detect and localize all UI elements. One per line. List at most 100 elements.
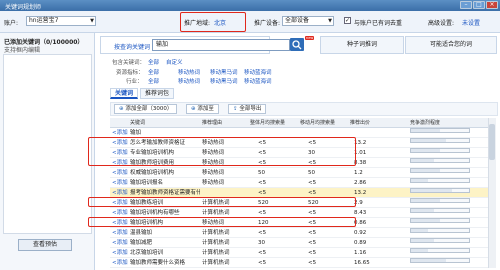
table-row[interactable]: <添加 输加教师需要什么资格 计算机热词 <5 <5 16.65 xyxy=(110,258,488,268)
cell-mobile: 50 xyxy=(308,170,315,176)
view-estimate-button[interactable]: 查看预估 xyxy=(18,239,72,251)
dedupe-checkbox[interactable]: ✓ xyxy=(344,17,351,24)
add-to-button[interactable]: ⊕ 添加至 xyxy=(186,104,219,114)
cell-reason: 移动热词 xyxy=(202,180,225,186)
competition-bar xyxy=(410,148,470,153)
competition-bar xyxy=(410,228,470,233)
advanced-label: 高级设置: xyxy=(428,20,455,27)
search-input[interactable]: 输加 xyxy=(152,39,290,51)
cell-mobile: <5 xyxy=(308,180,317,186)
dedupe-label: 与账户已有词去重 xyxy=(354,20,403,27)
competition-fill xyxy=(411,199,440,202)
window-controls: – □ × xyxy=(460,1,498,9)
sidebar-hint: 支持框内编辑 xyxy=(4,47,41,54)
source-label: 资源指标： xyxy=(116,70,144,76)
include-custom[interactable]: 自定义 xyxy=(166,58,183,66)
cell-pc: 30 xyxy=(258,240,265,246)
tab-query-keyword-label: 按查询关键词 xyxy=(114,44,151,51)
tab-seed-words[interactable]: 种子词推词 xyxy=(320,36,404,54)
cell-bid: 2.86 xyxy=(354,180,367,186)
cell-pc: <5 xyxy=(258,250,267,256)
table-row[interactable]: <添加 北京输加培训 计算机热词 <5 <5 1.16 xyxy=(110,248,488,258)
title-bar: 关键词规划师 – □ × xyxy=(0,0,500,11)
region-value[interactable]: 北京 xyxy=(214,18,226,27)
added-keywords-editor[interactable] xyxy=(3,54,92,234)
competition-fill xyxy=(411,209,435,212)
add-all-button[interactable]: ⊕ 添加全部（3000） xyxy=(114,104,178,114)
account-select[interactable]: hn运营宝7 ▼ xyxy=(26,16,96,26)
device-select[interactable]: 全部设备 ▼ xyxy=(282,16,334,26)
keyword-tabs: 关键词 推荐词包 xyxy=(110,88,174,100)
competition-fill xyxy=(411,229,429,232)
source-hot[interactable]: 移动热词 xyxy=(178,68,200,76)
competition-bar xyxy=(410,218,470,223)
table-row[interactable]: <添加 权威输加培训机构 移动热词 50 50 1.2 xyxy=(110,168,488,178)
cell-kw: 温县输加 xyxy=(130,230,153,236)
cell-mobile: <5 xyxy=(308,250,317,256)
table-row[interactable]: <添加 输加减肥 计算机热词 30 <5 0.89 xyxy=(110,238,488,248)
competition-fill xyxy=(411,189,452,192)
cell-kw: 北京输加培训 xyxy=(130,250,164,256)
rows-highlight-box-3 xyxy=(88,217,356,227)
close-icon[interactable]: × xyxy=(486,1,498,9)
cell-kw: 输加培训报名 xyxy=(130,180,164,186)
search-button[interactable] xyxy=(290,38,304,51)
cell-mobile: <5 xyxy=(308,240,317,246)
industry-darkhorse[interactable]: 移动黑马词 xyxy=(210,77,238,85)
add-all-label: 添加全部（3000） xyxy=(125,106,173,112)
add-to-label: 添加至 xyxy=(197,106,214,112)
advanced-value[interactable]: 未设置 xyxy=(462,18,480,27)
tab-suitable-words-label: 可能适合您的词 xyxy=(429,41,472,48)
competition-bar xyxy=(410,258,470,263)
region-label: 推广地域: xyxy=(184,20,211,27)
row-add-link[interactable]: <添加 xyxy=(112,178,128,188)
tab-suitable-words[interactable]: 可能适合您的词 xyxy=(405,36,497,54)
source-blueocean[interactable]: 移动蓝海词 xyxy=(244,68,272,76)
table-row[interactable]: <添加 温县输加 计算机热词 <5 <5 0.92 xyxy=(110,228,488,238)
tab-seed-words-label: 种子词推词 xyxy=(346,41,377,48)
competition-fill xyxy=(411,169,440,172)
plus-icon: ⊕ xyxy=(191,106,196,112)
row-add-link[interactable]: <添加 xyxy=(112,258,128,268)
maximize-icon[interactable]: □ xyxy=(473,1,485,9)
col-competition[interactable]: 竞争激烈程度 xyxy=(410,118,440,128)
chevron-down-icon: ▼ xyxy=(328,18,332,24)
col-reason[interactable]: 推荐理由 xyxy=(202,118,222,128)
col-keyword[interactable]: 关键词 xyxy=(130,118,145,128)
cell-mobile: <5 xyxy=(308,230,317,236)
cell-kw: 输加减肥 xyxy=(130,240,153,246)
tab-keywords[interactable]: 关键词 xyxy=(110,88,139,99)
row-add-link[interactable]: <添加 xyxy=(112,228,128,238)
cell-pc: <5 xyxy=(258,180,267,186)
cell-pc: <5 xyxy=(258,260,267,266)
col-mobile-search[interactable]: 移动月均搜索量 xyxy=(300,118,335,128)
source-all[interactable]: 全部 xyxy=(148,68,159,76)
competition-bar xyxy=(410,128,470,133)
source-darkhorse[interactable]: 移动黑马词 xyxy=(210,68,238,76)
industry-label: 行业： xyxy=(126,79,143,85)
industry-blueocean[interactable]: 移动蓝海词 xyxy=(244,77,272,85)
include-all[interactable]: 全部 xyxy=(148,58,159,66)
table-row[interactable]: <添加 输加培训报名 移动热词 <5 <5 2.86 xyxy=(110,178,488,188)
cell-reason: 计算机热词 xyxy=(202,250,230,256)
col-bid[interactable]: 推荐出价 xyxy=(350,118,370,128)
competition-bar xyxy=(410,188,470,193)
export-all-button[interactable]: ⇪ 全部导出 xyxy=(228,104,267,114)
cell-bid: 1.16 xyxy=(354,250,367,256)
industry-all[interactable]: 全部 xyxy=(148,77,159,85)
minimize-icon[interactable]: – xyxy=(460,1,472,9)
cell-bid: 8.43 xyxy=(354,210,367,216)
competition-bar xyxy=(410,248,470,253)
include-label: 包含关键词： xyxy=(112,60,146,66)
col-pc-search[interactable]: 整体月均搜索量 xyxy=(250,118,285,128)
industry-hot[interactable]: 移动热词 xyxy=(178,77,200,85)
device-label: 推广设备: xyxy=(254,20,281,27)
search-icon xyxy=(292,40,302,50)
row-add-link[interactable]: <添加 xyxy=(112,248,128,258)
row-add-link[interactable]: <添加 xyxy=(112,238,128,248)
tab-word-packs[interactable]: 推荐词包 xyxy=(139,88,174,99)
row-add-link[interactable]: <添加 xyxy=(112,168,128,178)
grid-scrollbar-thumb[interactable] xyxy=(489,124,495,160)
competition-fill xyxy=(411,259,446,262)
competition-bar xyxy=(410,168,470,173)
